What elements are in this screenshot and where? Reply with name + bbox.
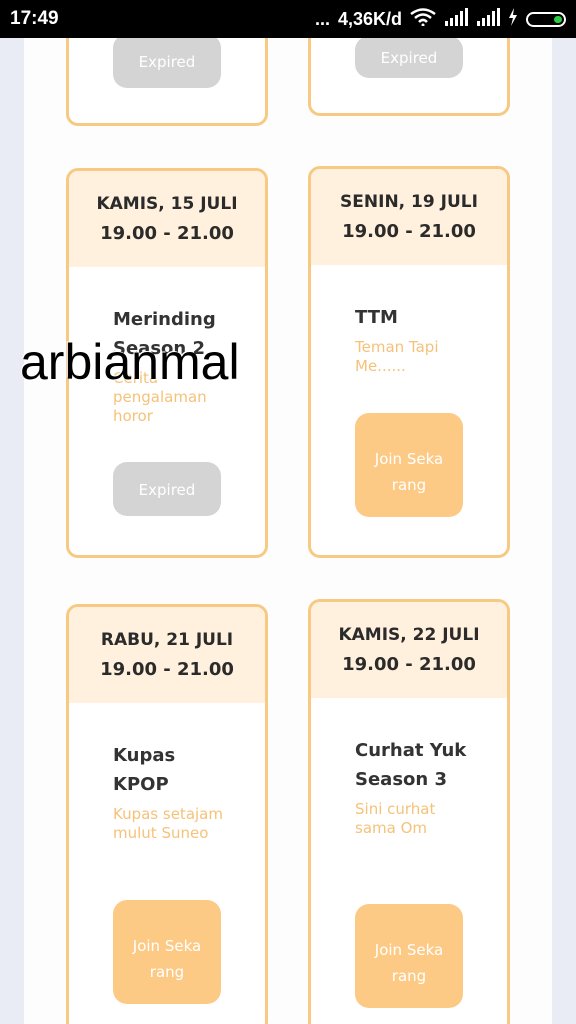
card-day: SENIN, 19 JULI <box>340 192 478 212</box>
schedule-card: Expired <box>308 38 510 116</box>
card-desc: Teman Tapi Me...... <box>355 338 439 375</box>
card-header: RABU, 21 JULI 19.00 - 21.00 <box>69 607 265 703</box>
card-time: 19.00 - 21.00 <box>100 659 234 680</box>
card-body: Curhat Yuk Season 3 Sini curhat sama Om <box>311 698 507 838</box>
card-title: Curhat Yuk Season 3 <box>355 740 467 790</box>
join-button[interactable]: Join Sekarang <box>113 900 221 1004</box>
schedule-card: RABU, 21 JULI 19.00 - 21.00 Kupas KPOP K… <box>66 604 268 1024</box>
status-right: ... 4,36K/d <box>315 8 566 31</box>
wifi-icon <box>410 8 436 31</box>
card-desc: Kupas setajam mulut Suneo <box>113 805 223 842</box>
card-header: KAMIS, 15 JULI 19.00 - 21.00 <box>69 171 265 267</box>
signal-icon <box>444 8 468 31</box>
card-time: 19.00 - 21.00 <box>342 654 476 675</box>
expired-button[interactable]: Expired <box>113 462 221 516</box>
card-time: 19.00 - 21.00 <box>100 223 234 244</box>
card-title: Kupas KPOP <box>113 745 176 795</box>
card-header: KAMIS, 22 JULI 19.00 - 21.00 <box>311 602 507 698</box>
schedule-card: Expired <box>66 38 268 126</box>
card-title: TTM <box>355 307 398 328</box>
card-body: Kupas KPOP Kupas setajam mulut Suneo <box>69 703 265 843</box>
status-dots: ... <box>314 9 330 29</box>
card-time: 19.00 - 21.00 <box>342 221 476 242</box>
charging-icon <box>508 8 518 31</box>
schedule-card: SENIN, 19 JULI 19.00 - 21.00 TTM Teman T… <box>308 166 510 558</box>
schedule-card: KAMIS, 22 JULI 19.00 - 21.00 Curhat Yuk … <box>308 599 510 1024</box>
signal-icon <box>476 8 500 31</box>
card-body: TTM Teman Tapi Me...... <box>311 265 507 376</box>
join-button[interactable]: Join Sekarang <box>355 413 463 517</box>
card-day: KAMIS, 15 JULI <box>96 194 238 214</box>
card-desc: Sini curhat sama Om <box>355 800 436 837</box>
card-header: SENIN, 19 JULI 19.00 - 21.00 <box>311 169 507 265</box>
expired-button[interactable]: Expired <box>355 38 463 78</box>
watermark-text: arbianmal <box>20 334 240 390</box>
join-button[interactable]: Join Sekarang <box>355 904 463 1008</box>
status-time: 17:49 <box>10 8 59 29</box>
expired-button[interactable]: Expired <box>113 38 221 88</box>
battery-icon <box>526 12 566 27</box>
network-speed: 4,36K/d <box>337 9 402 29</box>
status-bar: 17:49 ... 4,36K/d <box>0 0 576 38</box>
card-day: RABU, 21 JULI <box>100 630 234 650</box>
schedule-list[interactable]: Expired Expired KAMIS, 15 JULI 19.00 - 2… <box>24 38 552 1024</box>
card-day: KAMIS, 22 JULI <box>338 625 480 645</box>
